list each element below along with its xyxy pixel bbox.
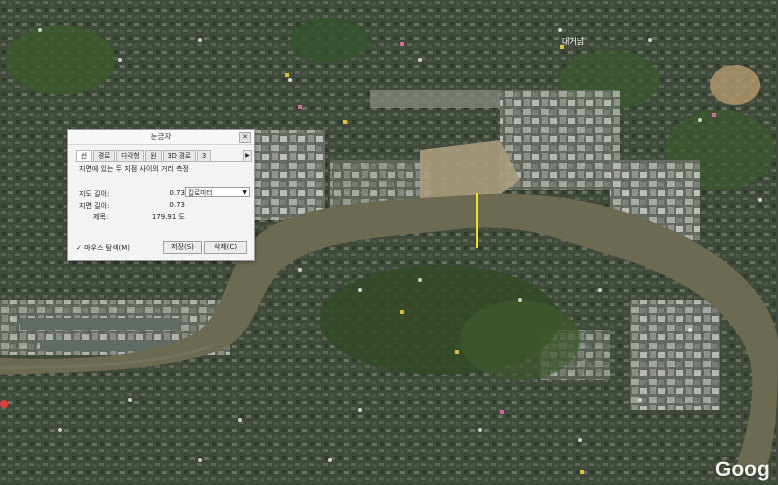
clear-button[interactable]: 삭제(C) (204, 241, 247, 254)
map-length-label: 지도 길이: (79, 190, 110, 198)
ruler-title-text: 눈금자 (150, 132, 172, 141)
tab-circle[interactable]: 원 (145, 150, 162, 161)
map-place-label: 대거넘 (562, 36, 584, 46)
ruler-panel: 지면에 있는 두 지점 사이의 거리 측정 지도 길이: 0.73 킬로미터 ▼… (76, 161, 250, 221)
heading-value: 179.91 도 (151, 213, 185, 221)
ground-length-label: 지면 길이: (79, 202, 110, 210)
ruler-footer: ✓ 마우스 탐색(M) 저장(S) 삭제(C) (73, 241, 249, 254)
heading-row: 제목: 179.91 도 (79, 212, 185, 222)
map-length-row: 지도 길이: 0.73 (79, 189, 185, 199)
tab-3d-polygon[interactable]: 3 (197, 150, 212, 161)
tab-3d-path[interactable]: 3D 경로 (162, 150, 197, 161)
tab-path[interactable]: 경로 (93, 150, 116, 161)
map-watermark: Goog (715, 458, 770, 481)
ruler-description: 지면에 있는 두 지점 사이의 거리 측정 (79, 165, 189, 173)
ground-length-row: 지면 길이: 0.73 (79, 201, 185, 211)
chevron-down-icon: ▼ (242, 189, 247, 196)
map-length-value: 0.73 (169, 189, 185, 197)
mouse-navigation-checkbox[interactable]: ✓ 마우스 탐색(M) (76, 243, 130, 253)
ground-length-value: 0.73 (169, 201, 185, 209)
unit-select[interactable]: 킬로미터 ▼ (185, 187, 250, 197)
heading-label: 제목: (93, 213, 109, 221)
unit-select-value: 킬로미터 (188, 189, 213, 197)
ruler-tabs: 선 경로 다각형 원 3D 경로 3 (76, 150, 212, 162)
ruler-dialog: 눈금자 ✕ 선 경로 다각형 원 3D 경로 3 ▶ 지면에 있는 두 지점 사… (67, 129, 255, 261)
save-button[interactable]: 저장(S) (163, 241, 202, 254)
tab-polygon[interactable]: 다각형 (116, 150, 145, 161)
close-icon[interactable]: ✕ (239, 132, 251, 143)
ruler-dialog-title: 눈금자 ✕ (68, 130, 254, 145)
